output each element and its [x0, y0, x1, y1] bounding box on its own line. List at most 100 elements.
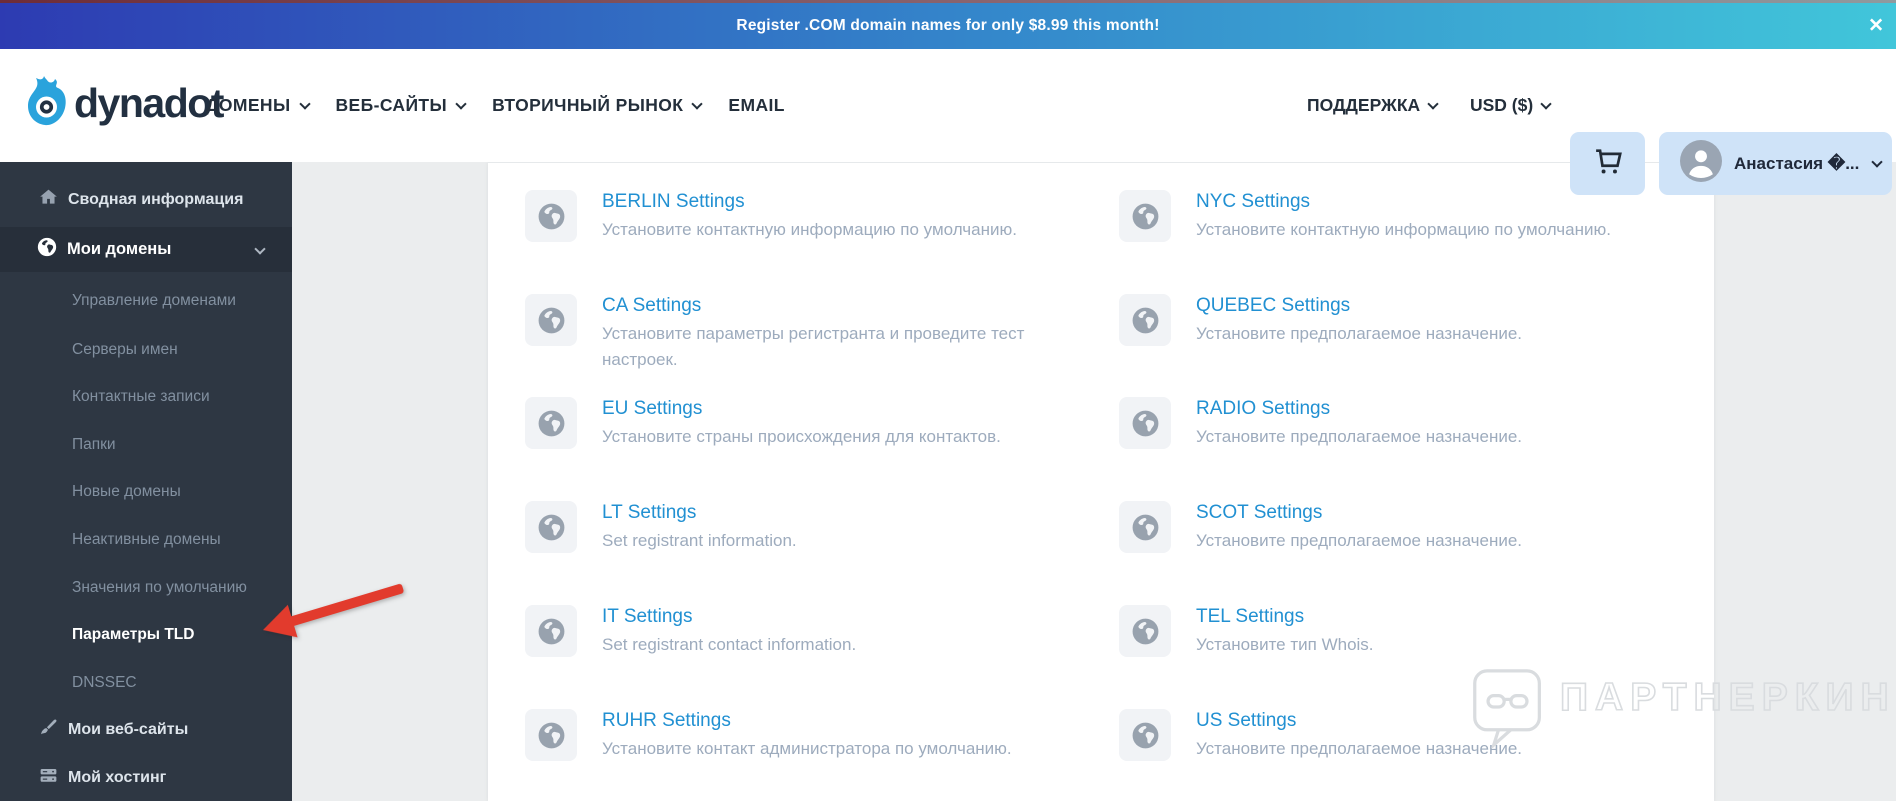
main-nav: ДОМЕНЫ ВЕБ-САЙТЫ ВТОРИЧНЫЙ РЫНОК EMAIL	[206, 49, 785, 162]
chevron-down-icon	[691, 97, 704, 110]
currency-selector[interactable]: USD ($)	[1470, 49, 1552, 162]
chevron-down-icon	[455, 97, 467, 110]
nav-item-вторичный рынок[interactable]: ВТОРИЧНЫЙ РЫНОК	[492, 95, 704, 116]
account-menu[interactable]: Анастасия �...	[1659, 132, 1892, 195]
tld-setting-item: LT Settings Set registrant information.	[525, 501, 797, 554]
tld-setting-item: QUEBEC Settings Установите предполагаемое…	[1119, 294, 1522, 347]
sidebar-item-label: Мои веб-сайты	[68, 721, 189, 738]
sidebar-item-label: Мой хостинг	[68, 769, 167, 786]
home-icon	[38, 187, 59, 213]
tld-settings-description: Установите предполагаемое назначение.	[1196, 324, 1523, 343]
cart-button[interactable]	[1570, 132, 1645, 195]
sidebar-item-label: Сводная информация	[68, 191, 244, 208]
close-icon[interactable]: ✕	[1864, 11, 1888, 42]
dynadot-logo-icon	[27, 74, 67, 133]
globe-icon	[1119, 294, 1171, 346]
sidebar-item-summary[interactable]: Сводная информация	[0, 185, 292, 215]
tld-settings-link[interactable]: RUHR Settings	[602, 709, 731, 733]
tld-settings-card: BERLIN Settings Установите контактную инф…	[488, 162, 1714, 801]
dynadot-logo[interactable]: dynadot	[27, 74, 224, 133]
server-icon	[38, 765, 59, 791]
nav-item-домены[interactable]: ДОМЕНЫ	[206, 95, 311, 116]
tld-settings-link[interactable]: LT Settings	[602, 501, 696, 525]
nav-item-веб-сайты[interactable]: ВЕБ-САЙТЫ	[335, 95, 467, 116]
tld-settings-link[interactable]: EU Settings	[602, 397, 702, 421]
promo-banner-text: Register .COM domain names for only $8.9…	[736, 17, 1160, 34]
sidebar: Сводная информация Мои домены Управление…	[0, 162, 292, 801]
globe-icon	[1119, 501, 1171, 553]
nav-label: EMAIL	[728, 95, 785, 115]
tld-settings-link[interactable]: TEL Settings	[1196, 605, 1304, 629]
tld-setting-item: IT Settings Set registrant contact inform…	[525, 605, 856, 658]
tld-settings-description: Установите предполагаемое назначение.	[1196, 427, 1523, 446]
cart-icon	[1589, 142, 1627, 185]
tld-setting-item: CA Settings Установите параметры регистра…	[525, 294, 1027, 373]
globe-icon	[525, 190, 577, 242]
globe-icon	[1119, 709, 1171, 761]
tld-setting-item: SCOT Settings Установите предполагаемое н…	[1119, 501, 1522, 554]
globe-icon	[36, 236, 58, 263]
sidebar-item-my-hosting[interactable]: Мой хостинг	[0, 763, 292, 793]
globe-icon	[525, 605, 577, 657]
tld-setting-item: TEL Settings Установите тип Whois.	[1119, 605, 1374, 658]
tld-setting-item: NYC Settings Установите контактную информ…	[1119, 190, 1611, 243]
tld-settings-description: Установите страны происхождения для конт…	[602, 427, 1001, 446]
tld-settings-link[interactable]: RADIO Settings	[1196, 397, 1330, 421]
sidebar-item-my-domains[interactable]: Мои домены	[0, 227, 292, 272]
tld-settings-description: Установите предполагаемое назначение.	[1196, 739, 1523, 758]
chevron-down-icon	[1540, 97, 1552, 110]
sidebar-subitem-2[interactable]: Серверы имен	[72, 339, 178, 361]
support-label: ПОДДЕРЖКА	[1307, 95, 1421, 115]
support-menu[interactable]: ПОДДЕРЖКА	[1307, 49, 1439, 162]
sidebar-subitem-8[interactable]: Параметры TLD	[72, 624, 194, 646]
sidebar-item-my-websites[interactable]: Мои веб-сайты	[0, 715, 292, 745]
sidebar-subitem-4[interactable]: Папки	[72, 434, 116, 456]
tld-settings-description: Set registrant information.	[602, 531, 797, 550]
main-header: dynadot ДОМЕНЫ ВЕБ-САЙТЫ ВТОРИЧНЫЙ РЫНОК EM…	[0, 49, 1896, 195]
sidebar-subitem-1[interactable]: Управление доменами	[72, 290, 236, 312]
tld-settings-description: Установите контактную информацию по умол…	[1196, 220, 1611, 239]
globe-icon	[525, 397, 577, 449]
currency-label: USD ($)	[1470, 95, 1534, 115]
paintbrush-icon	[38, 717, 59, 743]
sidebar-subitem-5[interactable]: Новые домены	[72, 481, 181, 503]
sidebar-subitem-7[interactable]: Значения по умолчанию	[72, 577, 247, 599]
tld-setting-item: RUHR Settings Установите контакт админист…	[525, 709, 1012, 762]
dynadot-app: Register .COM domain names for only $8.9…	[0, 0, 1896, 801]
tld-settings-description: Установите контакт администратора по умо…	[602, 739, 1012, 758]
account-name: Анастасия �...	[1734, 153, 1860, 173]
tld-settings-link[interactable]: SCOT Settings	[1196, 501, 1322, 525]
content-area: BERLIN Settings Установите контактную инф…	[292, 162, 1896, 801]
sidebar-item-label: Мои домены	[67, 240, 172, 258]
globe-icon	[525, 709, 577, 761]
globe-icon	[1119, 605, 1171, 657]
globe-icon	[1119, 397, 1171, 449]
tld-settings-link[interactable]: CA Settings	[602, 294, 701, 318]
sidebar-subitem-6[interactable]: Неактивные домены	[72, 529, 221, 551]
tld-setting-item: US Settings Установите предполагаемое наз…	[1119, 709, 1522, 762]
tld-settings-description: Установите тип Whois.	[1196, 635, 1374, 654]
chevron-down-icon	[1427, 97, 1439, 110]
nav-label: ВЕБ-САЙТЫ	[335, 95, 448, 115]
tld-settings-link[interactable]: US Settings	[1196, 709, 1296, 733]
nav-label: ВТОРИЧНЫЙ РЫНОК	[492, 95, 684, 115]
chevron-down-icon	[254, 242, 266, 255]
sidebar-subitem-3[interactable]: Контактные записи	[72, 386, 210, 408]
tld-settings-description: Установите контактную информацию по умол…	[602, 220, 1017, 239]
chevron-down-icon	[1871, 155, 1884, 168]
globe-icon	[1119, 190, 1171, 242]
nav-item-email[interactable]: EMAIL	[728, 95, 784, 116]
tld-setting-item: EU Settings Установите страны происхожден…	[525, 397, 1001, 450]
chevron-down-icon	[298, 97, 311, 110]
globe-icon	[525, 501, 577, 553]
nav-label: ДОМЕНЫ	[206, 95, 291, 115]
window-top-edge	[0, 0, 1896, 3]
tld-settings-link[interactable]: QUEBEC Settings	[1196, 294, 1350, 318]
globe-icon	[525, 294, 577, 346]
promo-banner: Register .COM domain names for only $8.9…	[0, 3, 1896, 49]
tld-settings-link[interactable]: BERLIN Settings	[602, 190, 745, 214]
tld-settings-link[interactable]: IT Settings	[602, 605, 692, 629]
tld-settings-link[interactable]: NYC Settings	[1196, 190, 1310, 214]
sidebar-subitem-9[interactable]: DNSSEC	[72, 672, 137, 694]
tld-settings-description: Установите предполагаемое назначение.	[1196, 531, 1523, 550]
